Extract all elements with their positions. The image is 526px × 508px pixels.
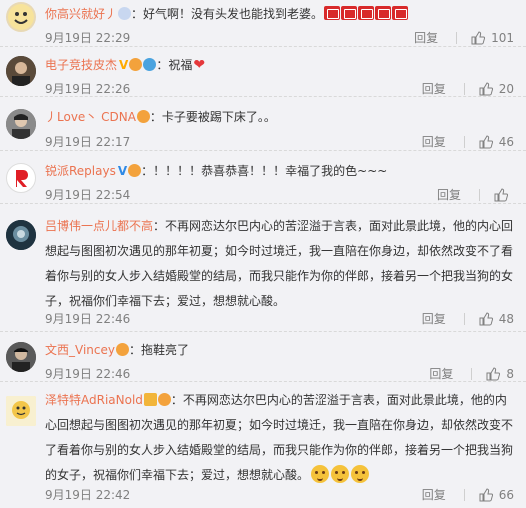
divider: [463, 488, 465, 501]
comment-actions: 回复 46: [422, 133, 514, 150]
verified-v-icon: V: [117, 164, 128, 178]
thumbs-up-icon[interactable]: [479, 134, 493, 149]
comment-text: ：卡子要被踢下床了。。: [149, 110, 276, 124]
reply-button[interactable]: 回复: [429, 365, 453, 382]
comment-content: 电子竞技皮杰 V ：祝福❤: [45, 53, 514, 78]
verified-v-icon: V: [119, 58, 129, 72]
divider: [479, 188, 480, 201]
balloon-icon: [157, 393, 171, 406]
comment-text: ：！！！！恭喜恭喜！！！幸福了我的色~~~: [141, 164, 388, 178]
like-count: 48: [498, 311, 514, 326]
divider: [463, 82, 465, 95]
comment-time: 9月19日 22:46: [45, 312, 131, 326]
emoji-icon: [341, 6, 358, 20]
like-count: 46: [498, 134, 514, 149]
heart-icon: ❤: [193, 57, 206, 73]
thumbs-up-icon[interactable]: [479, 487, 493, 502]
like-count: 8: [506, 366, 514, 381]
emoji-icon: [375, 6, 392, 20]
comment-time: 9月19日 22:29: [45, 31, 131, 45]
balloon-icon: [136, 110, 150, 123]
username-link[interactable]: 丿Love丶 CDNA: [45, 110, 136, 124]
avatar[interactable]: [6, 2, 36, 32]
badge-icon: [118, 7, 132, 20]
like-count: 20: [498, 81, 514, 96]
avatar[interactable]: [6, 56, 36, 86]
username-link[interactable]: 你高兴就好丿: [45, 7, 117, 21]
emoji-icon: [392, 6, 409, 20]
username-link[interactable]: 吕博伟一点儿都不高: [45, 219, 153, 233]
comment-item: 吕博伟一点儿都不高：不再网恋达尔巴内心的苦涩溢于言表，面对此景此境，他的内心回想…: [0, 204, 526, 332]
balloon-icon: [128, 164, 142, 177]
comment-content: 吕博伟一点儿都不高：不再网恋达尔巴内心的苦涩溢于言表，面对此景此境，他的内心回想…: [45, 214, 514, 314]
thumbs-up-icon[interactable]: [486, 366, 501, 381]
comment-content: 你高兴就好丿 ：好气啊！没有头发也能找到老婆。: [45, 2, 514, 27]
comment-actions: 回复 48: [422, 310, 514, 327]
comment-text: ：好气啊！没有头发也能找到老婆。: [131, 7, 324, 21]
badge-icon: [129, 58, 143, 71]
username-link[interactable]: 电子竞技皮杰: [45, 58, 117, 72]
divider: [463, 135, 465, 148]
comment-text: ：祝福: [156, 58, 193, 72]
avatar[interactable]: [6, 163, 36, 193]
username-link[interactable]: 泽特特AdRiaNold: [45, 393, 143, 407]
divider: [471, 367, 473, 380]
like-count: 101: [491, 30, 514, 45]
comment-item: 文西_Vincey ：拖鞋亮了 9月19日 22:46 回复 8: [0, 332, 526, 382]
reply-button[interactable]: 回复: [422, 486, 446, 503]
reply-button[interactable]: 回复: [414, 29, 438, 46]
balloon-icon: [115, 343, 129, 356]
reply-button[interactable]: 回复: [422, 80, 446, 97]
comment-time: 9月19日 22:26: [45, 82, 131, 96]
comment-content: 丿Love丶 CDNA ：卡子要被踢下床了。。: [45, 105, 514, 130]
doge-face-icon: [351, 465, 370, 483]
comment-item: 泽特特AdRiaNold ：不再网恋达尔巴内心的苦涩溢于言表，面对此景此境，他的内…: [0, 382, 526, 508]
comment-item: 锐派Replays V ：！！！！恭喜恭喜！！！幸福了我的色~~~ 9月19日 22…: [0, 151, 526, 204]
comment-item: 丿Love丶 CDNA ：卡子要被踢下床了。。 9月19日 22:17 回复 46: [0, 97, 526, 151]
thumbs-up-icon[interactable]: [471, 30, 486, 45]
comment-time: 9月19日 22:54: [45, 188, 131, 202]
comment-item: 电子竞技皮杰 V ：祝福❤ 9月19日 22:26 回复 20: [0, 47, 526, 97]
comment-content: 文西_Vincey ：拖鞋亮了: [45, 338, 514, 363]
divider: [463, 312, 465, 325]
thumbs-up-icon[interactable]: [494, 187, 508, 202]
comment-actions: 回复 20: [422, 80, 514, 97]
doge-face-icon: [311, 465, 330, 483]
comment-time: 9月19日 22:42: [45, 488, 131, 502]
thumbs-up-icon[interactable]: [479, 81, 493, 96]
comment-content: 锐派Replays V ：！！！！恭喜恭喜！！！幸福了我的色~~~: [45, 159, 514, 184]
comment-content: 泽特特AdRiaNold ：不再网恋达尔巴内心的苦涩溢于言表，面对此景此境，他的内…: [45, 388, 514, 488]
reply-button[interactable]: 回复: [437, 186, 461, 203]
emoji-icon: [358, 6, 375, 20]
trophy-icon: [143, 393, 157, 406]
username-link[interactable]: 文西_Vincey: [45, 343, 115, 357]
doge-face-icon: [331, 465, 350, 483]
comment-actions: 回复 66: [422, 486, 514, 503]
comment-actions: 回复 101: [414, 29, 514, 46]
balloon-icon: [143, 58, 157, 71]
reply-button[interactable]: 回复: [422, 133, 446, 150]
avatar[interactable]: [6, 342, 36, 372]
comment-time: 9月19日 22:17: [45, 135, 131, 149]
divider: [456, 31, 458, 44]
comment-actions: 回复 8: [429, 365, 514, 382]
avatar[interactable]: [6, 109, 36, 139]
username-link[interactable]: 锐派Replays: [45, 164, 116, 178]
reply-button[interactable]: 回复: [422, 310, 446, 327]
emoji-icon: [324, 6, 341, 20]
avatar[interactable]: [6, 220, 36, 250]
comment-text: ：拖鞋亮了: [128, 343, 189, 357]
like-count: 66: [498, 487, 514, 502]
comment-item: 你高兴就好丿 ：好气啊！没有头发也能找到老婆。 9月19日 22:29 回复 10…: [0, 0, 526, 47]
avatar[interactable]: [6, 396, 36, 426]
comment-actions: 回复: [437, 186, 514, 203]
thumbs-up-icon[interactable]: [479, 311, 493, 326]
comment-time: 9月19日 22:46: [45, 367, 131, 381]
